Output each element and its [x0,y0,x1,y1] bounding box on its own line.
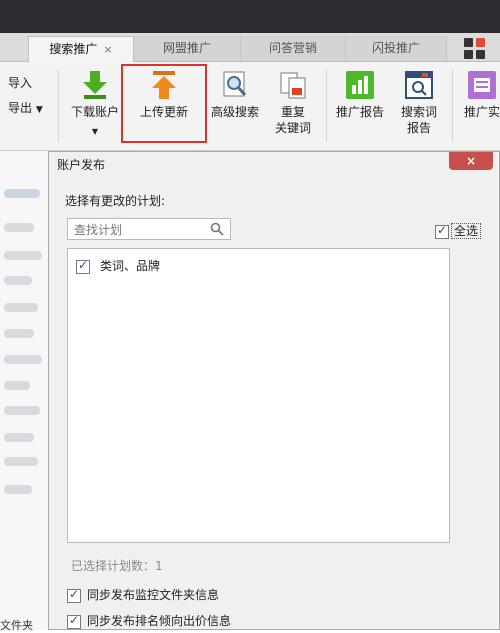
document-icon [467,70,497,100]
tree-item[interactable] [4,251,42,260]
checkbox-icon[interactable] [76,258,90,274]
tree-item[interactable] [4,189,40,198]
report-label: 推广报告 [335,105,384,119]
download-arrow-icon [80,70,110,100]
account-publish-dialog: 账户发布 × 选择有更改的计划: 全选 类词、品牌 已选择计划数：1 同步发布监… [48,151,500,630]
duplicate-keywords-button[interactable]: 重复 关键词 [266,70,320,136]
option-label: 同步发布排名倾向出价信息 [87,614,232,628]
search-icon[interactable] [210,222,224,236]
sync-monitor-folder-option[interactable]: 同步发布监控文件夹信息 [67,586,219,603]
search-term-line2: 报告 [406,121,431,135]
tree-item[interactable] [4,485,32,494]
toolbar-divider [326,70,327,142]
tree-item[interactable] [4,329,34,338]
search-input[interactable] [72,220,206,240]
select-all-checkbox[interactable]: 全选 [434,222,481,239]
tab-label: 搜索推广 [49,42,98,56]
tab-bar: 搜索推广 × 网盟推广 问答营销 闪投推广 [0,33,500,63]
promo-practice-label: 推广实 [463,105,500,119]
import-button[interactable]: 导入 [8,74,32,91]
folder-label[interactable]: 文件夹 [0,617,33,633]
select-all-label: 全选 [450,223,481,239]
promotion-practice-button[interactable]: 推广实 [458,70,500,120]
import-label: 导入 [8,76,33,90]
upload-highlight-box [121,64,207,143]
plan-list: 类词、品牌 [67,248,450,543]
tab-label: 问答营销 [268,41,317,55]
plan-search-box[interactable] [67,218,231,240]
tree-item[interactable] [4,355,42,364]
tab-label: 闪投推广 [371,41,420,55]
account-tree-pane: 文件夹 [0,151,48,633]
duplicate-keywords-line1: 重复 [280,105,305,119]
window-titlebar [0,0,500,33]
tree-item[interactable] [4,223,34,232]
search-term-report-button[interactable]: 搜索词 报告 [392,70,446,136]
tree-item[interactable] [4,381,30,390]
sync-rank-bid-option[interactable]: 同步发布排名倾向出价信息 [67,612,231,629]
checkbox-icon[interactable] [67,613,81,629]
search-report-icon [404,70,434,100]
tree-item[interactable] [4,406,40,415]
toolbar-divider [58,70,59,142]
ribbon-toolbar: 导入 导出 ▼ 下载账户 ▼ 上传更新 高级搜索 重复 关键词 推广报告 搜索词… [0,62,500,151]
checkbox-icon[interactable] [434,223,449,239]
tab-search-promotion[interactable]: 搜索推广 × [28,36,134,63]
download-account-button[interactable]: 下载账户 ▼ [64,70,126,140]
promotion-report-button[interactable]: 推广报告 [330,70,390,120]
tree-item[interactable] [4,303,38,312]
selected-count: 已选择计划数：1 [71,559,163,573]
search-term-line1: 搜索词 [400,105,437,119]
advanced-search-label: 高级搜索 [210,105,259,119]
plan-label: 类词、品牌 [100,259,161,273]
bar-chart-icon [345,70,375,100]
tree-item[interactable] [4,433,34,442]
export-label: 导出 [8,101,33,115]
tree-item[interactable] [4,457,38,466]
tab-network-promotion[interactable]: 网盟推广 [134,36,241,61]
duplicate-keywords-line2: 关键词 [274,121,311,135]
close-button[interactable]: × [449,152,493,170]
tree-item[interactable] [4,276,32,285]
checkbox-icon[interactable] [67,587,81,603]
tab-flash-promotion[interactable]: 闪投推广 [346,36,447,61]
toolbar-divider [452,70,453,142]
tab-label: 网盟推广 [162,41,211,55]
advanced-search-button[interactable]: 高级搜索 [206,70,264,120]
option-label: 同步发布监控文件夹信息 [87,588,220,602]
download-label: 下载账户 [70,105,119,119]
dialog-title: 账户发布 [57,158,106,172]
select-plans-label: 选择有更改的计划: [65,194,166,208]
list-item[interactable]: 类词、品牌 [76,257,160,274]
tab-qa-marketing[interactable]: 问答营销 [241,36,346,61]
close-icon[interactable]: × [103,43,112,56]
export-button[interactable]: 导出 ▼ [8,99,43,116]
chevron-down-icon: ▼ [35,105,43,115]
app-grid-icon[interactable] [464,38,486,60]
magnifier-document-icon [220,70,250,100]
duplicate-document-icon [278,70,308,100]
chevron-down-icon: ▼ [91,127,99,136]
